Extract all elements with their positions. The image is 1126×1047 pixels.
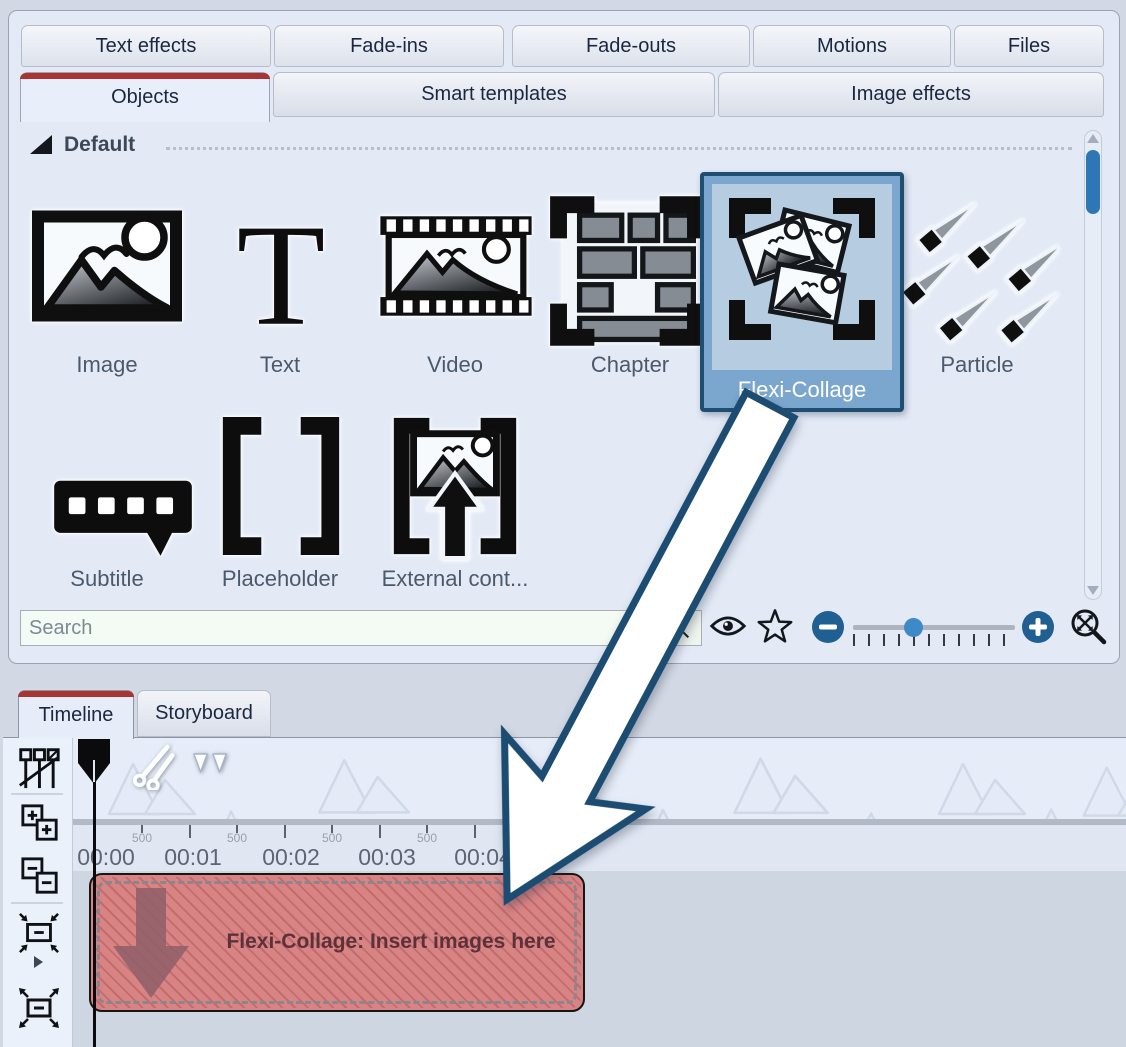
image-icon[interactable] [32, 210, 182, 322]
collapse-all-icon[interactable] [20, 856, 60, 896]
ruler-subtick-label: 500 [407, 831, 447, 845]
zoom-out-icon[interactable] [811, 610, 845, 644]
tab-label: Text effects [96, 35, 197, 58]
tab-label: Timeline [39, 704, 114, 727]
tab-files[interactable]: Files [954, 25, 1104, 67]
drop-target-label: Flexi-Collage: Insert images here [201, 930, 581, 954]
tab-image-effects[interactable]: Image effects [718, 72, 1104, 117]
ruler-time-label: 00:02 [251, 844, 331, 871]
tab-timeline[interactable]: Timeline [18, 690, 134, 739]
search-input[interactable] [20, 610, 656, 646]
svg-text:T: T [237, 200, 326, 343]
mountain-watermark-icon [633, 802, 729, 819]
ruler-time-label: 00:01 [153, 844, 233, 871]
search-clear-button[interactable] [656, 610, 702, 646]
timeline-zoom-all-icon[interactable] [17, 986, 61, 1030]
ruler-time-label: 00:03 [347, 844, 427, 871]
submenu-arrow-icon[interactable] [34, 956, 43, 968]
ruler-time-label: 00:00 [66, 844, 146, 871]
object-label-particle: Particle [917, 352, 1037, 378]
tab-motions[interactable]: Motions [753, 25, 951, 67]
subtitle-icon[interactable] [50, 464, 196, 560]
tab-label: Files [1008, 35, 1050, 58]
clear-x-icon [665, 614, 693, 642]
object-label-placeholder: Placeholder [210, 566, 350, 592]
object-label-flexi-collage: Flexi-Collage [704, 377, 900, 403]
visibility-eye-icon[interactable] [709, 613, 747, 639]
mountain-watermark-icon [523, 758, 615, 817]
mountain-watermark-icon [203, 804, 293, 819]
favorites-star-icon[interactable] [756, 608, 794, 645]
playhead-marker[interactable] [77, 738, 111, 786]
drop-arrow-icon [112, 886, 190, 1000]
scrollbar-down-icon[interactable] [1087, 586, 1099, 595]
tab-label: Motions [817, 35, 887, 58]
flexi-collage-drop-target[interactable]: Flexi-Collage: Insert images here [89, 873, 585, 1012]
tab-label: Fade-outs [586, 35, 676, 58]
tab-fade-ins[interactable]: Fade-ins [274, 25, 504, 67]
chapter-icon[interactable] [548, 192, 706, 350]
object-label-image: Image [47, 352, 167, 378]
object-label-external-content: External cont... [370, 566, 540, 592]
timeline-zoom-fit-icon[interactable] [18, 912, 60, 954]
mountain-watermark-icon [933, 756, 1029, 818]
mountain-watermark-icon [1023, 802, 1113, 819]
timeline-watermarks [73, 738, 1126, 819]
object-label-chapter: Chapter [570, 352, 690, 378]
tab-storyboard[interactable]: Storyboard [137, 690, 271, 737]
mountain-watermark-icon [313, 752, 413, 817]
ruler-time-label: 00:04 [443, 844, 523, 871]
object-tile-flexi-collage-selected[interactable]: Flexi-Collage [700, 172, 904, 412]
tab-text-effects[interactable]: Text effects [21, 25, 271, 67]
object-label-text: Text [220, 352, 340, 378]
video-icon[interactable] [378, 208, 534, 324]
ruler-subtick-label: 500 [312, 831, 352, 845]
tab-label: Objects [111, 86, 179, 109]
playhead-line[interactable] [93, 778, 96, 1047]
tab-label: Fade-ins [350, 35, 428, 58]
tab-objects[interactable]: Objects [20, 72, 270, 122]
ruler-subtick-label: 500 [217, 831, 257, 845]
ruler-subtick-label: 500 [122, 831, 162, 845]
section-title: Default [64, 133, 135, 157]
toolbar-divider [11, 902, 63, 904]
timeline-left-toolbar [3, 738, 73, 1047]
placeholder-icon[interactable] [212, 412, 350, 560]
mountain-watermark-icon [728, 750, 832, 817]
scrollbar-thumb[interactable] [1086, 150, 1100, 214]
zoom-slider-track[interactable] [853, 625, 1015, 630]
zoom-reset-icon[interactable] [1068, 606, 1110, 648]
tracks-icon[interactable] [17, 747, 61, 789]
tab-label: Image effects [851, 83, 971, 106]
text-icon[interactable]: T [226, 200, 336, 343]
mountain-watermark-icon [843, 806, 933, 819]
tab-fade-outs[interactable]: Fade-outs [512, 25, 750, 67]
section-divider [166, 147, 1072, 150]
tab-label: Storyboard [155, 702, 253, 725]
flexi-collage-icon [727, 194, 877, 344]
section-collapse-triangle-icon[interactable] [30, 135, 52, 154]
zoom-slider-ticks [853, 634, 1009, 646]
expand-all-icon[interactable] [20, 803, 60, 843]
ruler-minor-ticks [141, 825, 575, 833]
particle-icon[interactable] [902, 192, 1058, 356]
zoom-slider-thumb[interactable] [904, 618, 923, 637]
split-icon[interactable] [192, 752, 230, 775]
tab-smart-templates[interactable]: Smart templates [273, 72, 715, 117]
object-label-subtitle: Subtitle [47, 566, 167, 592]
object-label-video: Video [395, 352, 515, 378]
toolbar-divider [11, 793, 63, 795]
tab-label: Smart templates [421, 83, 567, 106]
scissors-icon[interactable] [131, 744, 177, 790]
scrollbar-up-icon[interactable] [1087, 134, 1099, 143]
external-content-icon[interactable] [385, 412, 525, 560]
zoom-in-icon[interactable] [1021, 610, 1055, 644]
